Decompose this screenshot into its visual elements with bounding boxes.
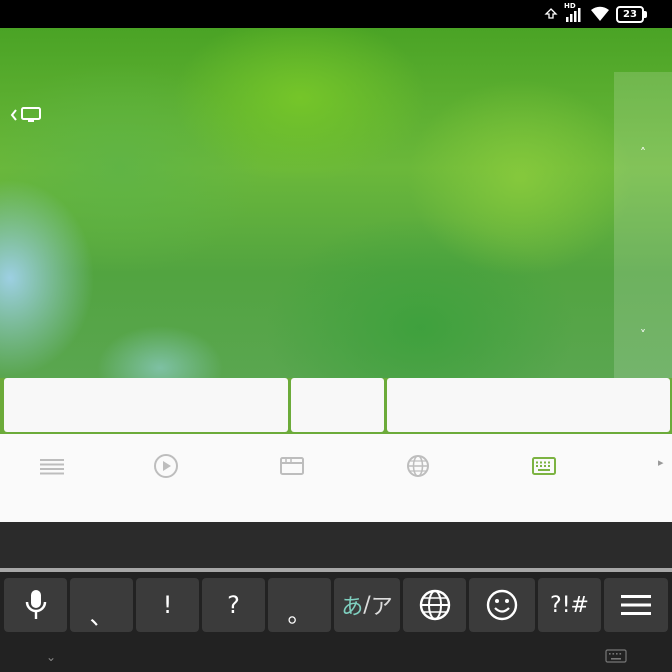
tab-window[interactable] [276,452,308,480]
signal-group: HD [564,2,584,24]
comma-key-label: 、 [89,601,114,630]
period-key[interactable]: 。 [268,578,331,632]
kana-switch-key[interactable]: あ / ア [334,578,400,632]
question-key-label: ? [227,591,240,619]
chevron-left-icon [10,109,17,121]
question-key[interactable]: ? [202,578,265,632]
back-to-display-button[interactable] [10,106,42,124]
keyboard-collapse-button[interactable]: ⌄ [46,650,56,664]
tab-panel: ▸ [0,434,672,522]
text-field-middle[interactable] [291,378,384,432]
play-circle-icon [154,454,178,478]
emoji-key[interactable] [469,578,535,632]
voice-input-key[interactable] [4,578,67,632]
globe-icon [419,589,450,621]
text-field-left[interactable] [4,378,288,432]
tabs-more-arrow[interactable]: ▸ [658,456,664,469]
globe-icon [407,455,429,477]
symbols-key-label: ?!# [550,592,589,618]
app-bottom-band [0,522,672,568]
exclamation-key[interactable]: ! [136,578,199,632]
keyboard-icon [605,649,627,663]
soft-keyboard: 、 ! ? 。 あ / ア ?!# ⌄ [0,572,672,672]
wallpaper [0,28,672,378]
input-row [0,378,672,434]
monitor-icon [21,107,41,122]
text-field-right[interactable] [387,378,670,432]
period-key-label: 。 [287,599,312,628]
scroll-down-button[interactable]: ˅ [628,328,658,348]
keyboard-switcher-button[interactable] [605,648,627,667]
kana-separator: / [363,592,371,618]
exclamation-key-label: ! [162,591,173,619]
scroll-up-button[interactable]: ˄ [628,146,658,166]
tab-keyboard[interactable] [528,452,560,480]
network-type-label: HD [564,2,576,10]
battery-icon: 23 [616,5,647,23]
menu-key[interactable] [604,578,668,632]
window-icon [280,457,304,475]
tab-media[interactable] [150,452,182,480]
status-bar: HD 23 [0,0,672,28]
language-key[interactable] [403,578,466,632]
list-icon [40,459,64,475]
wifi-icon [591,6,609,21]
hiragana-label: あ [341,595,364,620]
smiley-icon [486,589,518,621]
comma-key[interactable]: 、 [70,578,133,632]
microphone-icon [25,590,46,619]
keyboard-icon [532,457,556,475]
tab-web[interactable] [402,452,434,480]
symbols-key[interactable]: ?!# [538,578,601,632]
tab-list[interactable] [36,452,68,480]
upload-arrow-icon [544,8,558,19]
hamburger-menu-icon [621,595,651,615]
katakana-label: ア [370,595,393,620]
status-icons: HD 23 [544,2,647,24]
